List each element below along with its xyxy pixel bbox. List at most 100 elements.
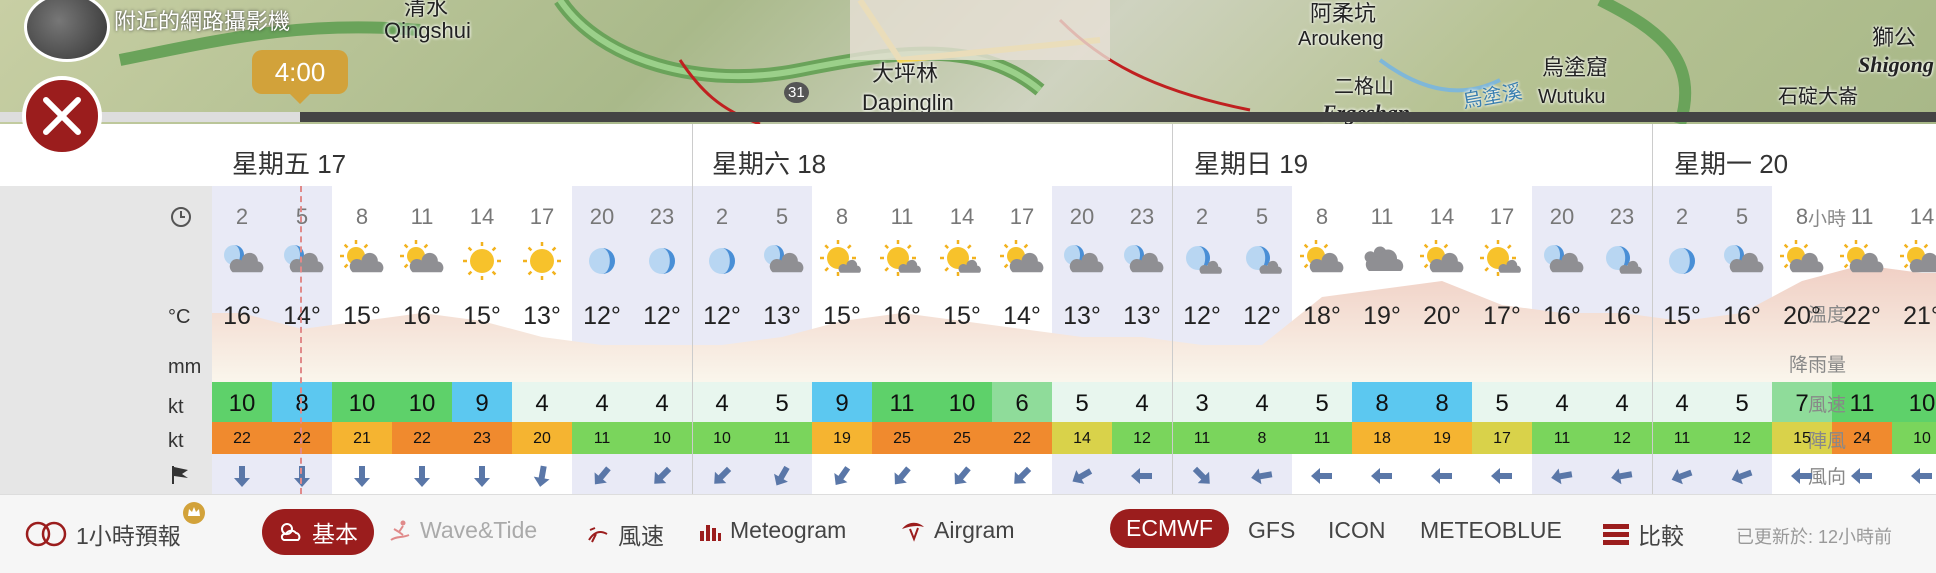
sun-cloud-icon: [332, 236, 392, 286]
wind-direction-arrow-icon: [392, 462, 452, 490]
moon-cloud-icon: [272, 236, 332, 286]
cloud-icon: [1352, 236, 1412, 286]
close-button[interactable]: [22, 76, 102, 156]
model-icon[interactable]: ICON: [1328, 517, 1386, 544]
hour-cell: 23: [1609, 204, 1635, 229]
temperature-cell: 22°: [1843, 302, 1881, 330]
moon-icon: [572, 236, 632, 286]
wind-gust-cell: 22: [1013, 430, 1031, 447]
wind-direction-arrow-icon: [1172, 462, 1232, 490]
wind-gust-cell: 25: [893, 430, 911, 447]
wind-direction-arrow-icon: [1772, 462, 1832, 490]
wind-gust-cell: 11: [773, 430, 791, 447]
hour-cell: 11: [410, 204, 434, 229]
model-gfs[interactable]: GFS: [1248, 517, 1295, 544]
hour-cell: 5: [1255, 204, 1269, 229]
wind-speed-cell: 5: [1075, 390, 1089, 417]
wind-gust-cell: 25: [953, 430, 971, 447]
wind-speed-cell: 5: [1315, 390, 1329, 417]
day-separator: [1172, 124, 1173, 494]
temperature-cell: 19°: [1363, 302, 1401, 330]
tab-airgram[interactable]: Airgram: [900, 517, 1015, 544]
temperature-cell: 13°: [523, 302, 561, 330]
wind-gust-cell: 11: [1673, 430, 1691, 447]
wind-gust-cell: 22: [233, 430, 251, 447]
temperature-cell: 16°: [223, 302, 261, 330]
hour-cell: 20: [1549, 204, 1575, 229]
wind-speed-cell: 4: [1135, 390, 1149, 417]
row-label-rain: 降雨量: [1788, 355, 1846, 376]
wind-direction-arrow-icon: [932, 462, 992, 490]
tab-label: 基本: [312, 521, 358, 547]
time-indicator[interactable]: 4:00: [252, 50, 348, 104]
tab-wave-tide[interactable]: Wave&Tide: [388, 517, 537, 544]
hour-cell: 11: [1370, 204, 1394, 229]
webcam-label[interactable]: 附近的網路攝影機: [114, 4, 290, 36]
wind-speed-cell: 11: [1849, 390, 1875, 417]
highway-shield: 31: [784, 82, 809, 103]
wind-speed-cell: 5: [775, 390, 789, 417]
wind-speed-cell: 8: [295, 390, 309, 417]
last-updated: 已更新於: 12小時前: [1736, 527, 1893, 547]
compare-icon: [1603, 524, 1629, 545]
bar-chart-icon: [700, 524, 721, 541]
current-time-line: [300, 186, 302, 494]
wind-direction-arrow-icon: [1052, 462, 1112, 490]
tab-label: Wave&Tide: [420, 517, 538, 543]
map-view[interactable]: 附近的網路攝影機 清水 Qingshui 大坪林 Dapinglin 阿柔坑 A…: [0, 0, 1936, 124]
temperature-cell: 12°: [583, 302, 621, 330]
wind-direction-arrow-icon: [1832, 462, 1892, 490]
wind-direction-arrow-icon: [572, 462, 632, 490]
wind-speed-cell: 4: [715, 390, 729, 417]
map-place: 大坪林: [872, 61, 939, 86]
hour-cell: 14: [1429, 204, 1455, 229]
compare-button[interactable]: 比較: [1602, 517, 1684, 551]
hour-cell: 14: [949, 204, 975, 229]
gust-unit: kt: [168, 430, 184, 452]
wind-speed-cell: 5: [1495, 390, 1509, 417]
forecast-table[interactable]: 星期五 17 星期六 18 星期日 19 星期一 20 小時 溫度 °C 降雨量…: [0, 124, 1936, 494]
model-ecmwf[interactable]: ECMWF: [1110, 509, 1229, 548]
wind-gust-cell: 20: [533, 430, 551, 447]
wind-speed-cell: 5: [1735, 390, 1749, 417]
tab-wind[interactable]: 風速: [586, 517, 664, 551]
hour-cell: 23: [1129, 204, 1155, 229]
paraglider-icon: [902, 522, 924, 542]
wind-gust-cell: 10: [653, 430, 671, 447]
timeline-scrubber[interactable]: [0, 112, 1936, 122]
hour-cell: 17: [1489, 204, 1515, 229]
surfer-icon: [390, 520, 410, 541]
model-meteoblue[interactable]: METEOBLUE: [1420, 517, 1562, 544]
wind-gust-cell: 12: [1133, 430, 1151, 447]
hour-cell: 11: [1850, 204, 1874, 229]
sun-icon: [512, 236, 572, 286]
moon-icon: [632, 236, 692, 286]
wind-gust-cell: 11: [1553, 430, 1571, 447]
day-separator: [692, 124, 693, 494]
moon-icon: [692, 236, 752, 286]
clock-icon: [171, 207, 191, 227]
wind-speed-cell: 10: [228, 390, 256, 417]
wind-direction-arrow-icon: [812, 462, 872, 490]
moon-cloud-icon: [212, 236, 272, 286]
moon-cloud-icon: [1532, 236, 1592, 286]
wind-gust-cell: 12: [1613, 430, 1631, 447]
wind-speed-cell: 4: [595, 390, 609, 417]
hourly-forecast-label: 1小時預報: [76, 523, 181, 549]
wind-gust-cell: 14: [1073, 430, 1091, 447]
hour-cell: 8: [355, 204, 369, 229]
temperature-cell: 14°: [1003, 302, 1041, 330]
wind-gust-cell: 22: [413, 430, 431, 447]
sun-cloud-icon: [1892, 236, 1936, 286]
tab-meteogram[interactable]: Meteogram: [698, 517, 846, 544]
hourly-forecast-toggle[interactable]: 1小時預報: [24, 517, 181, 551]
sun-cloud-icon: [1772, 236, 1832, 286]
temperature-cell: 13°: [1063, 302, 1101, 330]
tab-basic[interactable]: 基本: [262, 509, 374, 555]
hour-cell: 2: [235, 204, 249, 229]
temperature-cell: 12°: [703, 302, 741, 330]
map-place: Wutuku: [1538, 86, 1606, 108]
sun-smallcloud-icon: [1472, 236, 1532, 286]
hour-cell: 14: [469, 204, 495, 229]
close-icon: [43, 97, 81, 135]
